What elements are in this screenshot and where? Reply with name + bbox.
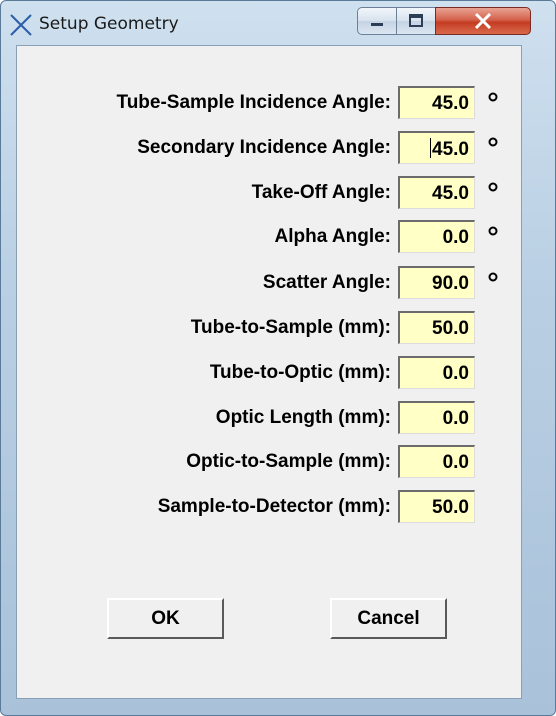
scatter-angle-input[interactable]: 90.0: [398, 266, 475, 299]
dialog-client-area: Tube-Sample Incidence Angle: 45.0 Second…: [16, 45, 522, 699]
alpha-angle-input[interactable]: 0.0: [398, 220, 475, 253]
sample-to-detector-label: Sample-to-Detector (mm):: [157, 496, 391, 517]
optic-to-sample-input[interactable]: 0.0: [398, 445, 475, 478]
tube-to-sample-input[interactable]: 50.0: [398, 311, 475, 344]
text-caret: [430, 138, 432, 158]
degree-icon: [488, 182, 498, 192]
degree-icon: [488, 226, 498, 236]
cancel-button[interactable]: Cancel: [330, 598, 447, 639]
sample-to-detector-input[interactable]: 50.0: [398, 490, 475, 523]
tube-to-optic-input[interactable]: 0.0: [398, 356, 475, 389]
optic-to-sample-label: Optic-to-Sample (mm):: [186, 451, 391, 472]
optic-length-input[interactable]: 0.0: [398, 401, 475, 434]
window-title: Setup Geometry: [39, 14, 179, 34]
degree-icon: [488, 137, 498, 147]
minimize-icon: [371, 23, 383, 26]
close-icon: [474, 12, 492, 30]
take-off-angle-input[interactable]: 45.0: [398, 176, 475, 209]
maximize-icon: [409, 14, 423, 27]
tube-sample-incidence-angle-input[interactable]: 45.0: [398, 86, 475, 119]
degree-icon: [488, 92, 498, 102]
secondary-incidence-angle-input[interactable]: 45.0: [398, 131, 475, 164]
tube-to-optic-label: Tube-to-Optic (mm):: [209, 362, 391, 383]
app-x-icon: [10, 14, 32, 36]
optic-length-label: Optic Length (mm):: [215, 407, 391, 428]
ok-button[interactable]: OK: [107, 598, 224, 639]
tube-to-sample-label: Tube-to-Sample (mm):: [190, 317, 391, 338]
maximize-button[interactable]: [396, 7, 436, 35]
take-off-angle-label: Take-Off Angle:: [251, 182, 391, 203]
setup-geometry-window: Setup Geometry Tube-Sample Incidence Ang…: [0, 0, 556, 716]
tube-sample-incidence-angle-label: Tube-Sample Incidence Angle:: [116, 92, 392, 113]
scatter-angle-label: Scatter Angle:: [262, 272, 391, 293]
title-bar[interactable]: Setup Geometry: [1, 1, 555, 45]
minimize-button[interactable]: [357, 7, 397, 35]
secondary-incidence-angle-label: Secondary Incidence Angle:: [137, 137, 391, 158]
close-button[interactable]: [435, 7, 531, 35]
degree-icon: [488, 272, 498, 282]
secondary-incidence-angle-value: 45.0: [432, 139, 469, 160]
alpha-angle-label: Alpha Angle:: [274, 226, 391, 247]
